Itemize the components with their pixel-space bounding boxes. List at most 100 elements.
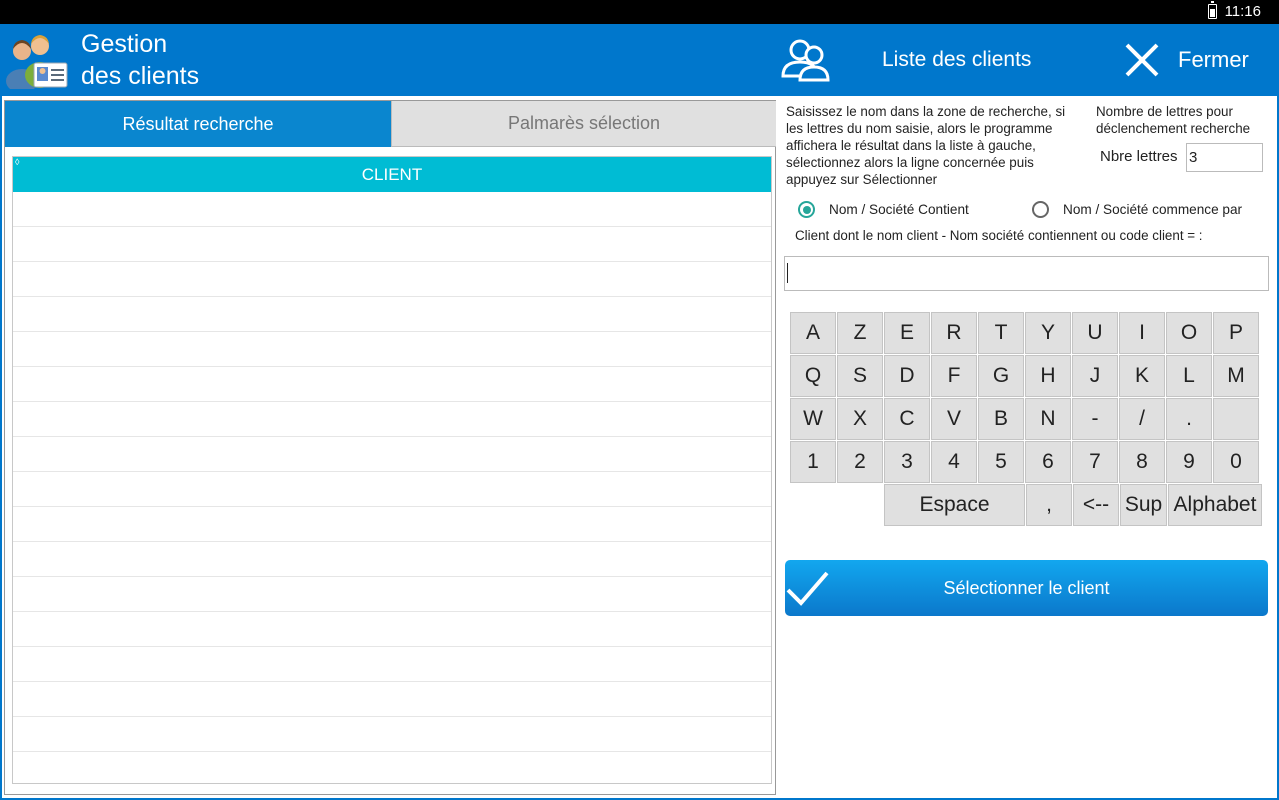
key-2[interactable]: 2 [837,441,883,483]
letters-trigger-label: Nombre de lettres pour déclenchement rec… [1096,104,1251,136]
instructions-text: Saisissez le nom dans la zone de recherc… [786,104,1066,187]
radio-contains-label: Nom / Société Contient [829,202,969,217]
key-blank[interactable] [1213,398,1259,440]
key-period[interactable]: . [1166,398,1212,440]
key-e[interactable]: E [884,312,930,354]
key-7[interactable]: 7 [1072,441,1118,483]
table-row[interactable] [13,542,771,577]
radio-starts-indicator [1032,201,1049,218]
key-x[interactable]: X [837,398,883,440]
key-r[interactable]: R [931,312,977,354]
select-client-button[interactable]: Sélectionner le client [785,560,1268,616]
nbre-letters-input[interactable] [1186,143,1263,172]
close-icon [1125,43,1159,77]
table-row[interactable] [13,227,771,262]
table-row[interactable] [13,507,771,542]
table-row[interactable] [13,297,771,332]
key-o[interactable]: O [1166,312,1212,354]
key-p[interactable]: P [1213,312,1259,354]
key-a[interactable]: A [790,312,836,354]
key-u[interactable]: U [1072,312,1118,354]
table-row[interactable] [13,192,771,227]
key-m[interactable]: M [1213,355,1259,397]
table-row[interactable] [13,577,771,612]
key-f[interactable]: F [931,355,977,397]
key-y[interactable]: Y [1025,312,1071,354]
table-row[interactable] [13,612,771,647]
status-bar-right: 11:16 [1207,1,1261,20]
client-column-header[interactable]: ◊ CLIENT [13,157,771,192]
check-icon [786,571,829,606]
key-9[interactable]: 9 [1166,441,1212,483]
client-grid-body [13,192,771,783]
key-z[interactable]: Z [837,312,883,354]
status-bar: 11:16 [0,0,1279,24]
key-s[interactable]: S [837,355,883,397]
key-1[interactable]: 1 [790,441,836,483]
table-row[interactable] [13,647,771,682]
key-j[interactable]: J [1072,355,1118,397]
text-caret [787,263,788,283]
table-row[interactable] [13,717,771,752]
close-label: Fermer [1178,47,1249,72]
key-h[interactable]: H [1025,355,1071,397]
app-title-line2: des clients [81,62,200,90]
results-panel: Résultat recherche Palmarès sélection ◊ … [4,100,776,795]
clients-app-icon [6,35,68,89]
key-delete[interactable]: Sup [1120,484,1167,526]
radio-name-starts-with[interactable]: Nom / Société commence par [1032,201,1242,218]
key-backspace[interactable]: <-- [1073,484,1119,526]
key-l[interactable]: L [1166,355,1212,397]
users-icon [781,39,830,82]
table-row[interactable] [13,472,771,507]
table-row[interactable] [13,752,771,783]
close-button[interactable]: Fermer [1118,24,1268,96]
client-list-button[interactable]: Liste des clients [780,24,1080,96]
key-dash[interactable]: - [1072,398,1118,440]
table-row[interactable] [13,332,771,367]
key-v[interactable]: V [931,398,977,440]
key-space[interactable]: Espace [884,484,1025,526]
table-row[interactable] [13,367,771,402]
table-row[interactable] [13,682,771,717]
radio-starts-label: Nom / Société commence par [1063,202,1243,217]
key-g[interactable]: G [978,355,1024,397]
radio-contains-indicator [798,201,815,218]
app-title-line1: Gestion [81,30,168,58]
key-k[interactable]: K [1119,355,1165,397]
tab-selection-ranking[interactable]: Palmarès sélection [391,101,776,147]
table-row[interactable] [13,437,771,472]
key-d[interactable]: D [884,355,930,397]
nbre-letters-label: Nbre lettres [1100,148,1178,165]
table-row[interactable] [13,402,771,437]
key-0[interactable]: 0 [1213,441,1259,483]
key-5[interactable]: 5 [978,441,1024,483]
key-3[interactable]: 3 [884,441,930,483]
key-6[interactable]: 6 [1025,441,1071,483]
key-t[interactable]: T [978,312,1024,354]
key-n[interactable]: N [1025,398,1071,440]
tab-search-results[interactable]: Résultat recherche [5,101,391,147]
app-header: Gestion des clients Liste des clients Fe… [0,24,1279,96]
key-comma[interactable]: , [1026,484,1072,526]
key-4[interactable]: 4 [931,441,977,483]
table-row[interactable] [13,262,771,297]
key-8[interactable]: 8 [1119,441,1165,483]
battery-icon [1207,1,1217,19]
client-column-label: CLIENT [361,164,423,184]
search-input[interactable] [784,256,1269,291]
key-b[interactable]: B [978,398,1024,440]
status-time: 11:16 [1224,3,1261,20]
key-q[interactable]: Q [790,355,836,397]
key-slash[interactable]: / [1119,398,1165,440]
key-c[interactable]: C [884,398,930,440]
search-field-label: Client dont le nom client - Nom société … [795,228,1203,243]
app-title: Gestion des clients [81,28,199,92]
client-list-label: Liste des clients [882,48,1032,71]
sort-icon: ◊ [15,157,20,167]
key-w[interactable]: W [790,398,836,440]
select-client-label: Sélectionner le client [943,577,1110,598]
key-alphabet[interactable]: Alphabet [1168,484,1262,526]
radio-name-contains[interactable]: Nom / Société Contient [798,201,969,218]
key-i[interactable]: I [1119,312,1165,354]
